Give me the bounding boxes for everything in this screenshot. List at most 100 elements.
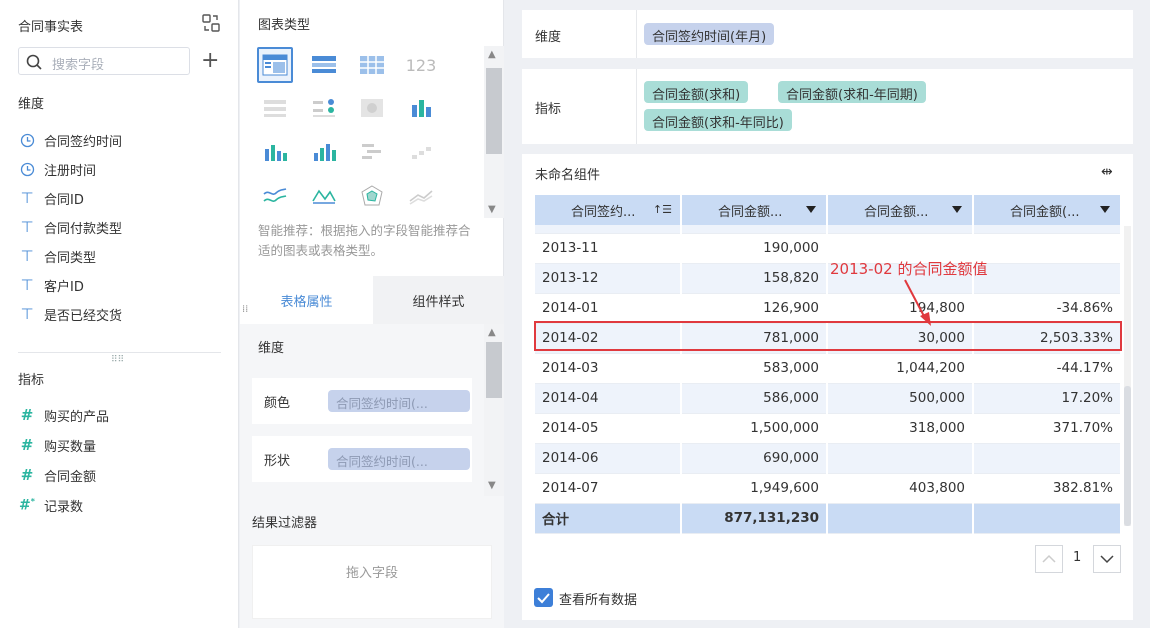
table-row[interactable]: 2014-07 1,949,600 403,800 382.81% [535, 473, 1122, 504]
stacked-bar-icon[interactable] [403, 90, 439, 126]
chart-types-scrollbar[interactable]: ▲ ▼ [484, 46, 504, 218]
dimension-field[interactable]: ⊤ 客户ID [18, 274, 83, 296]
shelf-separator [636, 69, 637, 144]
table-cell: 500,000 [827, 383, 974, 414]
scroll-down-icon[interactable]: ▼ [488, 480, 496, 491]
dimension-field[interactable]: ⊤ 合同类型 [18, 245, 96, 267]
hash-icon: # [20, 466, 34, 484]
table-row[interactable]: 2014-05 1,500,000 318,000 371.70% [535, 413, 1122, 444]
table-row[interactable]: 2014-04 586,000 500,000 17.20% [535, 383, 1122, 414]
scroll-thumb[interactable] [486, 342, 502, 398]
measure-field[interactable]: #* 记录数 [18, 494, 83, 516]
table-cell [827, 503, 974, 534]
table-row[interactable]: 2014-03 583,000 1,044,200 -44.17% [535, 353, 1122, 384]
measure-field[interactable]: # 购买的产品 [18, 404, 109, 426]
kpi-number-icon[interactable]: 123 [403, 47, 439, 83]
measure-field[interactable]: # 合同金额 [18, 464, 96, 486]
table-chart-icon[interactable] [257, 47, 293, 83]
table-cell: 382.81% [973, 473, 1122, 504]
grouped-column-icon[interactable] [306, 134, 342, 170]
dot-matrix-icon[interactable] [306, 90, 342, 126]
area-line-icon[interactable] [306, 178, 342, 214]
dimension-shelf[interactable] [522, 10, 1133, 58]
dimension-field[interactable]: ⊤ 是否已经交货 [18, 303, 122, 325]
scroll-up-icon[interactable]: ▲ [488, 49, 496, 60]
add-field-button[interactable]: + [201, 50, 219, 72]
dimension-chip[interactable]: 合同签约时间(年月) [644, 23, 775, 45]
tab-table-properties[interactable]: 表格属性 [240, 276, 373, 324]
table-cell: 158,820 [681, 263, 828, 294]
search-input[interactable]: 搜索字段 [18, 47, 190, 75]
field-label: 购买的产品 [44, 409, 110, 425]
range-bar-icon[interactable] [354, 134, 390, 170]
color-field-chip[interactable]: 合同签约时间(... [328, 390, 470, 412]
scroll-up-icon[interactable]: ▲ [488, 327, 496, 338]
show-all-label: 查看所有数据 [559, 593, 638, 608]
dimension-field[interactable]: ⊤ 合同ID [18, 187, 83, 209]
tab-component-style[interactable]: 组件样式 [373, 276, 504, 324]
table-cell: 2013-11 [535, 233, 682, 264]
filter-dropzone[interactable]: 拖入字段 [252, 545, 492, 619]
prev-page-button[interactable] [1035, 545, 1063, 573]
column-header-label: 合同金额... [718, 204, 783, 220]
group-table-icon[interactable] [306, 47, 342, 83]
table-cell [973, 263, 1122, 294]
radar-chart-icon[interactable] [354, 178, 390, 214]
table-cell: 190,000 [681, 233, 828, 264]
column-header-amount-yoy[interactable]: 合同金额(... [973, 195, 1122, 225]
dimension-field[interactable]: ⊤ 合同付款类型 [18, 216, 122, 238]
drag-handle-icon[interactable]: ⁞⁞ [242, 304, 248, 315]
color-property[interactable]: 颜色 合同签约时间(... [252, 378, 472, 424]
shape-field-chip[interactable]: 合同签约时间(... [328, 448, 470, 470]
detail-table-icon[interactable] [257, 90, 293, 126]
heatmap-icon[interactable] [354, 90, 390, 126]
scroll-thumb[interactable] [486, 68, 502, 154]
next-page-button[interactable] [1093, 545, 1121, 573]
data-table: 合同签约... ↑☰ 合同金额... 合同金额... 合同金额(... 2013-… [535, 195, 1122, 534]
waterfall-icon[interactable] [403, 134, 439, 170]
measure-field[interactable]: # 购买数量 [18, 434, 96, 456]
scroll-thumb[interactable] [1124, 386, 1131, 526]
dropdown-caret-icon[interactable] [806, 206, 816, 213]
cross-table-icon[interactable] [354, 47, 390, 83]
table-row[interactable]: 2013-11 190,000 [535, 233, 1122, 264]
measure-chip[interactable]: 合同金额(求和-年同比) [644, 109, 792, 131]
switch-table-icon[interactable] [201, 13, 221, 33]
table-cell: 403,800 [827, 473, 974, 504]
table-cell: 17.20% [973, 383, 1122, 414]
dimension-field[interactable]: 注册时间 [18, 158, 96, 180]
fit-width-icon[interactable]: ⇹ [1101, 164, 1113, 180]
column-header-amount[interactable]: 合同金额... [681, 195, 828, 225]
measure-chip[interactable]: 合同金额(求和-年同期) [778, 81, 926, 103]
column-header-label: 合同金额(... [1010, 204, 1080, 220]
measure-chip[interactable]: 合同金额(求和) [644, 81, 749, 103]
column-header-amount-yoy-period[interactable]: 合同金额... [827, 195, 974, 225]
column-chart-icon[interactable] [257, 134, 293, 170]
table-row[interactable]: 2013-12 158,820 [535, 263, 1122, 294]
widget-title[interactable]: 未命名组件 [535, 164, 600, 183]
search-icon [26, 54, 42, 70]
table-row[interactable]: 2014-01 126,900 194,800 -34.86% [535, 293, 1122, 324]
dropdown-caret-icon[interactable] [1100, 206, 1110, 213]
resize-grip-icon[interactable]: ⠿⠿ [111, 355, 124, 365]
chevron-down-icon [1100, 555, 1114, 564]
sort-ascending-icon[interactable]: ↑☰ [653, 203, 672, 216]
text-icon: ⊤ [20, 305, 34, 323]
total-row: 合计 877,131,230 [535, 503, 1122, 534]
column-header-date[interactable]: 合同签约... ↑☰ [535, 195, 682, 225]
trend-line-icon[interactable] [403, 178, 439, 214]
line-chart-icon[interactable] [257, 178, 293, 214]
measures-heading: 指标 [18, 373, 45, 388]
table-scrollbar[interactable] [1124, 226, 1131, 526]
show-all-checkbox[interactable] [534, 588, 553, 607]
dropdown-caret-icon[interactable] [952, 206, 962, 213]
dimension-field[interactable]: 合同签约时间 [18, 129, 122, 151]
shape-label: 形状 [264, 454, 291, 469]
table-cell [973, 233, 1122, 264]
hash-icon: # [20, 436, 34, 454]
table-cell: 2014-01 [535, 293, 682, 324]
shape-property[interactable]: 形状 合同签约时间(... [252, 436, 472, 482]
table-row[interactable]: 2014-06 690,000 [535, 443, 1122, 474]
properties-scrollbar[interactable]: ▲ ▼ [484, 324, 504, 496]
scroll-down-icon[interactable]: ▼ [488, 204, 496, 215]
